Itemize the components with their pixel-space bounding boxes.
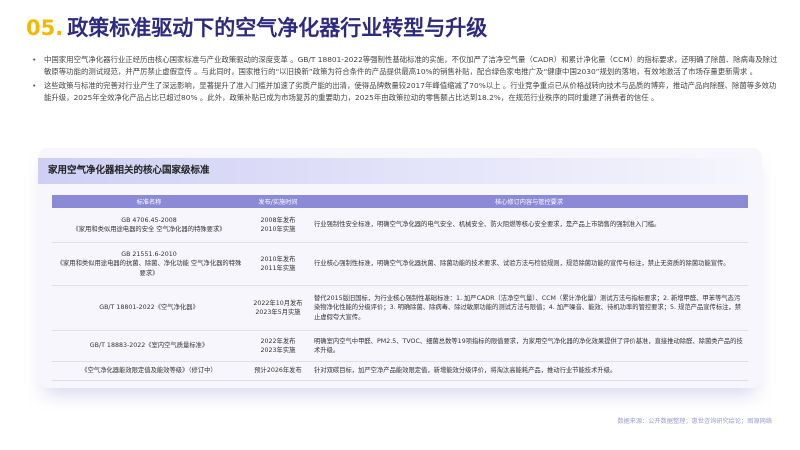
table-row: 《空气净化器能效限定值及能效等级》（修订中） 预计2026年发布 针对双碳目标，… xyxy=(52,361,748,381)
standard-name: 《空气净化器能效限定值及能效等级》（修订中） xyxy=(52,361,246,381)
table-header-row: 标准名称 发布/实施时间 核心修订内容与管控要求 xyxy=(52,195,748,208)
standard-date: 2010年发布 2011年实施 xyxy=(246,242,310,286)
standard-description: 针对双碳目标，加严空净产品能效限定值，新增能效分级评价，将淘汰高能耗产品，推动行… xyxy=(310,361,748,381)
table-row: GB 4706.45-2008 《家用和类似用途电器的安全 空气净化器的特殊要求》… xyxy=(52,208,748,243)
standard-date: 2022年发布 2023年实施 xyxy=(246,330,310,362)
standards-card: 家用空气净化器相关的核心国家级标准 标准名称 发布/实施时间 核心修订内容与管控… xyxy=(38,148,762,388)
standard-date: 预计2026年发布 xyxy=(246,361,310,381)
standard-date: 2022年10月发布 2023年5月实施 xyxy=(246,285,310,331)
column-header-date: 发布/实施时间 xyxy=(246,195,310,208)
card-title: 家用空气净化器相关的核心国家级标准 xyxy=(38,158,762,184)
standard-name: GB 4706.45-2008 《家用和类似用途电器的安全 空气净化器的特殊要求》 xyxy=(52,208,246,243)
table-row: GB 21551.6-2010 《家用和类似用途电器的抗菌、除菌、净化功能 空气净… xyxy=(52,242,748,286)
standards-table: 标准名称 发布/实施时间 核心修订内容与管控要求 GB 4706.45-2008… xyxy=(52,195,748,381)
table-row: GB/T 18801-2022《空气净化器》 2022年10月发布 2023年5月… xyxy=(52,285,748,331)
standard-date: 2008年发布 2010年实施 xyxy=(246,208,310,243)
page-title: 05. 政策标准驱动下的空气净化器行业转型与升级 xyxy=(26,12,487,42)
standard-description: 明确室内空气中甲醛、PM2.5、TVOC、细菌总数等19项指标的限值要求，为家用… xyxy=(310,330,748,362)
bullet-list: 中国家用空气净化器行业正经历由核心国家标准与产业政策驱动的深度变革 。GB/T … xyxy=(30,54,778,106)
standard-description: 行业核心强制性标准，明确空气净化器抗菌、除菌功能的技术要求、试验方法与检验规则，… xyxy=(310,242,748,286)
data-source-note: 数据来源：公开数据整理；惠世咨询研究绘论；图源网络 xyxy=(617,418,772,425)
table-row: GB/T 18883-2022《室内空气质量标准》 2022年发布 2023年实施… xyxy=(52,330,748,362)
standard-name: GB/T 18801-2022《空气净化器》 xyxy=(52,285,246,331)
standard-name: GB 21551.6-2010 《家用和类似用途电器的抗菌、除菌、净化功能 空气净… xyxy=(52,242,246,286)
standard-description: 行业强制性安全标准，明确空气净化器的电气安全、机械安全、防火阻燃等核心安全要求，… xyxy=(310,208,748,243)
section-number: 05. xyxy=(26,16,64,40)
column-header-content: 核心修订内容与管控要求 xyxy=(310,195,748,208)
section-title: 政策标准驱动下的空气净化器行业转型与升级 xyxy=(67,16,488,40)
standard-description: 替代2015版旧国标，为行业核心强制性基础标准：1. 加严CADR（洁净空气量）… xyxy=(310,285,748,331)
bullet-item: 中国家用空气净化器行业正经历由核心国家标准与产业政策驱动的深度变革 。GB/T … xyxy=(30,54,778,78)
standard-name: GB/T 18883-2022《室内空气质量标准》 xyxy=(52,330,246,362)
bullet-item: 这些政策与标准的完善对行业产生了深远影响，显著提升了准入门槛并加速了劣质产能的出… xyxy=(30,80,778,104)
column-header-name: 标准名称 xyxy=(52,195,246,208)
